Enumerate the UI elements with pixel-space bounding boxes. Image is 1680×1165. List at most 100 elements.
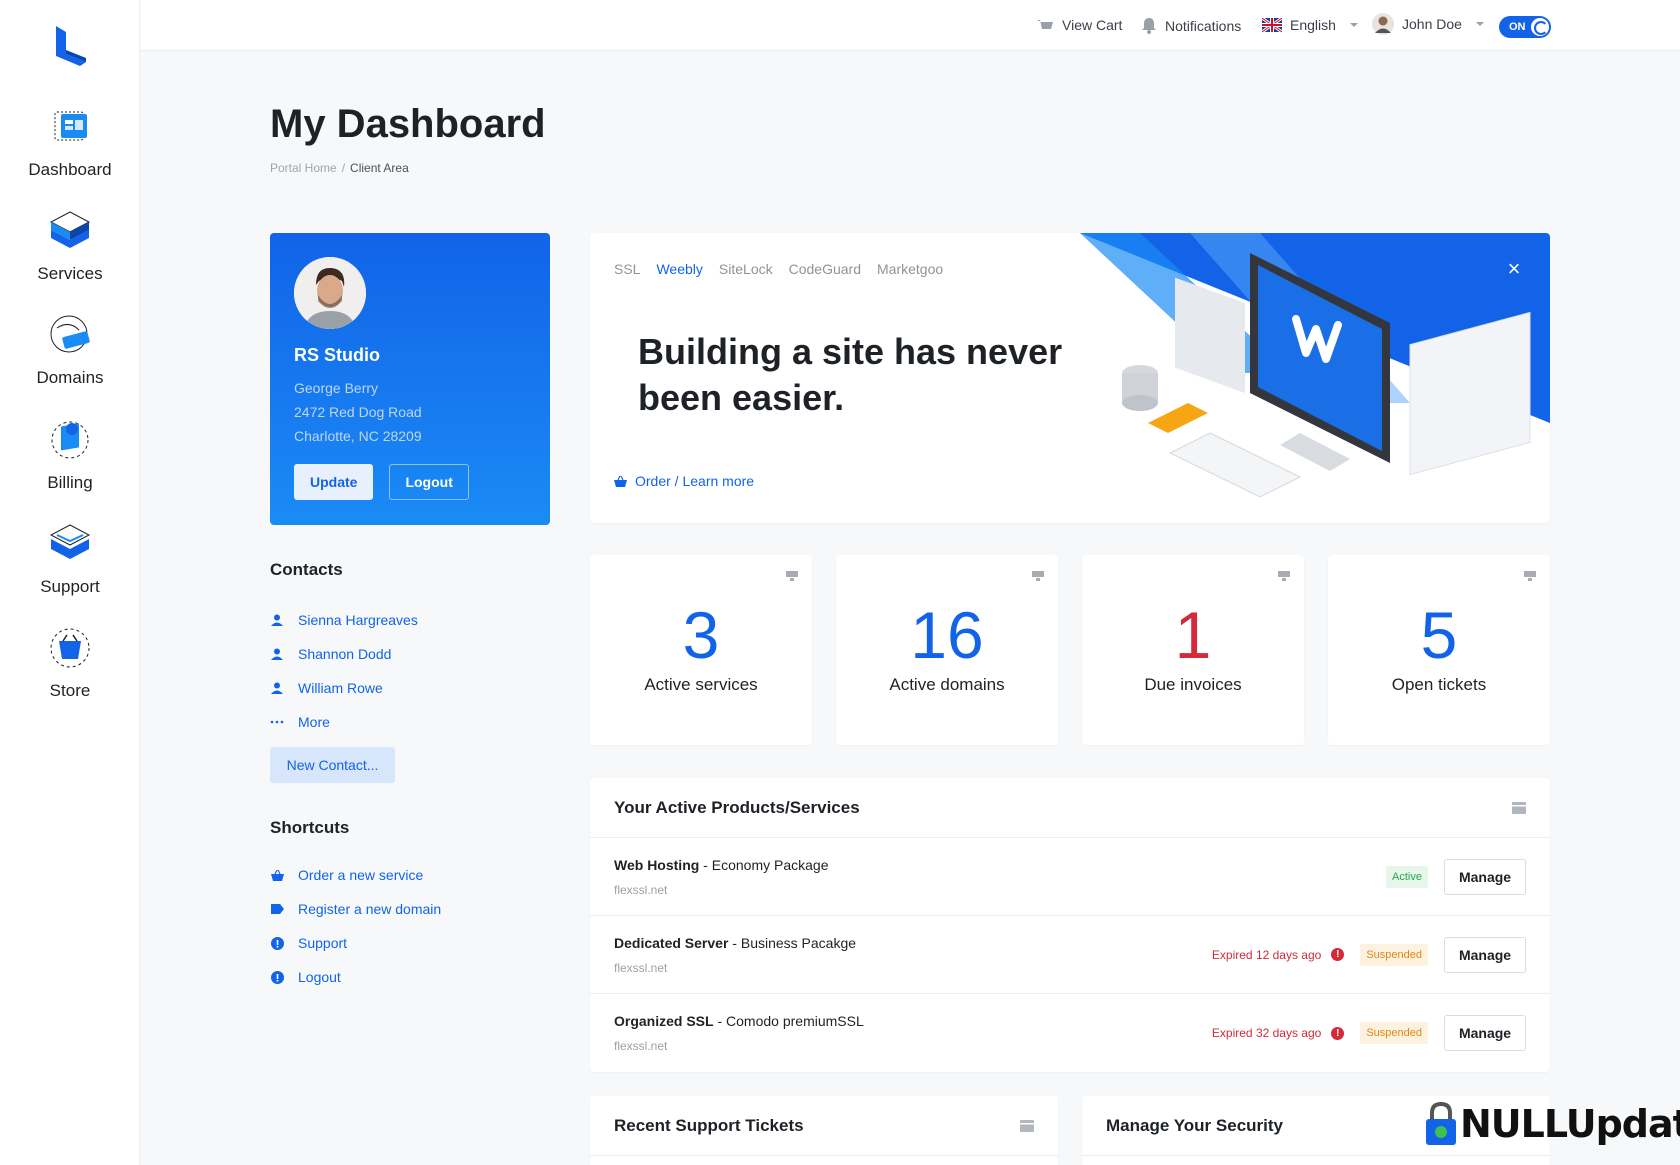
padlock-icon: [1426, 1102, 1456, 1145]
security-heading: Manage Your Security: [1106, 1115, 1283, 1135]
stat-active-services[interactable]: 3 Active services: [590, 555, 812, 745]
person-photo: [294, 257, 366, 329]
product-row: Web Hosting - Economy Package flexssl.ne…: [590, 838, 1550, 916]
shortcut-order-service[interactable]: Order a new service: [270, 858, 441, 892]
product-domain: flexssl.net: [614, 882, 668, 897]
support-tickets-header: Recent Support Tickets: [590, 1096, 1058, 1156]
domains-icon: [50, 315, 90, 353]
product-name: Dedicated Server: [614, 934, 729, 951]
product-domain: flexssl.net: [614, 1039, 668, 1053]
product-name: Web Hosting: [614, 856, 700, 873]
store-icon: [50, 628, 90, 668]
contact-link[interactable]: Shannon Dodd: [270, 637, 418, 671]
more-label: More: [298, 714, 330, 730]
user-menu[interactable]: John Doe: [1372, 13, 1484, 35]
order-learn-more-link[interactable]: Order / Learn more: [614, 473, 754, 489]
shortcut-label: Support: [298, 935, 348, 951]
shortcuts-list: Order a new service Register a new domai…: [270, 858, 441, 994]
shortcut-support[interactable]: Support: [270, 926, 441, 960]
basket-icon: [270, 868, 284, 882]
shortcut-register-domain[interactable]: Register a new domain: [270, 892, 441, 926]
services-icon: [49, 211, 91, 248]
watermark-logo: NULLUpdate: [1424, 1102, 1680, 1146]
shortcut-label: Order a new service: [298, 867, 424, 883]
warning-icon: !: [1331, 1026, 1345, 1040]
watermark-text: NULLUpdate: [1460, 1102, 1680, 1146]
support-tickets-panel: Recent Support Tickets: [590, 1096, 1058, 1165]
products-panel: Your Active Products/Services Web Hostin…: [590, 778, 1550, 1072]
server-icon: [786, 571, 798, 581]
sidebar-item-billing[interactable]: Billing: [0, 417, 140, 493]
user-name: John Doe: [1402, 16, 1462, 32]
product-title: Organized SSL - Comodo premiumSSL: [614, 1013, 864, 1029]
sidebar-item-label: Billing: [47, 473, 93, 492]
tab-weebly[interactable]: Weebly: [656, 261, 702, 277]
breadcrumb-home[interactable]: Portal Home: [270, 161, 337, 175]
box-icon: [1512, 801, 1526, 814]
contacts-heading: Contacts: [270, 560, 343, 579]
notifications-link[interactable]: Notifications: [1141, 17, 1241, 34]
sidebar-item-label: Support: [40, 577, 100, 596]
contact-link[interactable]: William Rowe: [270, 671, 418, 705]
profile-card: RS Studio George Berry 2472 Red Dog Road…: [270, 233, 550, 525]
close-icon[interactable]: ×: [1504, 258, 1524, 280]
stat-open-tickets[interactable]: 5 Open tickets: [1328, 555, 1550, 745]
toggle-label: ON: [1509, 21, 1526, 33]
breadcrumb: Portal Home / Client Area: [270, 161, 409, 175]
sidebar-item-store[interactable]: Store: [0, 625, 140, 701]
brand-logo[interactable]: [50, 24, 90, 68]
sidebar-item-services[interactable]: Services: [0, 208, 140, 284]
contacts-list: Sienna Hargreaves Shannon Dodd William R…: [270, 603, 418, 739]
basket-icon: [614, 475, 627, 487]
shortcuts-heading: Shortcuts: [270, 818, 350, 837]
stat-value: 3: [682, 598, 720, 672]
shortcut-label: Register a new domain: [298, 901, 442, 917]
tab-ssl[interactable]: SSL: [614, 261, 640, 277]
box-icon: [1020, 1119, 1034, 1132]
manage-button[interactable]: Manage: [1444, 858, 1526, 895]
topbar: View Cart Notifications English John Doe…: [141, 0, 1680, 51]
shortcut-logout[interactable]: Logout: [270, 960, 441, 994]
manage-button[interactable]: Manage: [1444, 1015, 1526, 1051]
sidebar-item-label: Dashboard: [28, 160, 112, 179]
tab-sitelock[interactable]: SiteLock: [719, 261, 773, 277]
address-block: George Berry 2472 Red Dog Road Charlotte…: [294, 376, 526, 448]
user-icon: [270, 613, 284, 627]
update-button[interactable]: Update: [294, 464, 374, 500]
stat-active-domains[interactable]: 16 Active domains: [836, 555, 1058, 745]
product-name: Organized SSL: [614, 1013, 714, 1029]
status-badge: Suspended: [1360, 1022, 1428, 1044]
products-heading: Your Active Products/Services: [614, 797, 860, 817]
shortcut-label: Logout: [298, 969, 341, 985]
more-dots-icon: [270, 715, 284, 729]
product-domain: flexssl.net: [614, 960, 668, 975]
status-badge: Suspended: [1360, 943, 1428, 966]
more-contacts-link[interactable]: More: [270, 705, 418, 739]
address-line-1: 2472 Red Dog Road: [294, 404, 422, 420]
stat-due-invoices[interactable]: 1 Due invoices: [1082, 555, 1304, 745]
sidebar-item-support[interactable]: Support: [0, 521, 140, 597]
language-selector[interactable]: English: [1262, 17, 1358, 33]
dark-mode-toggle[interactable]: ON: [1499, 16, 1551, 38]
new-contact-button[interactable]: New Contact...: [270, 747, 395, 783]
bell-icon: [1142, 18, 1156, 34]
contact-name: George Berry: [294, 380, 379, 396]
uk-flag-icon: [1262, 18, 1282, 32]
user-icon: [270, 647, 284, 661]
tab-codeguard[interactable]: CodeGuard: [789, 261, 861, 277]
server-icon: [1524, 571, 1536, 581]
tab-marketgoo[interactable]: Marketgoo: [877, 261, 943, 277]
expired-text: Expired 12 days ago: [1211, 947, 1322, 962]
chevron-down-icon: [1475, 22, 1484, 26]
stat-label: Active services: [644, 675, 758, 694]
contact-link[interactable]: Sienna Hargreaves: [270, 603, 418, 637]
logout-button[interactable]: Logout: [389, 464, 469, 500]
product-plan: Comodo premiumSSL: [726, 1013, 864, 1029]
contact-name: Shannon Dodd: [298, 646, 392, 662]
billing-icon: [51, 421, 89, 459]
support-icon: [49, 524, 91, 559]
manage-button[interactable]: Manage: [1444, 936, 1526, 973]
view-cart-link[interactable]: View Cart: [1036, 17, 1122, 33]
sidebar-item-domains[interactable]: Domains: [0, 312, 140, 388]
sidebar-item-dashboard[interactable]: Dashboard: [0, 104, 140, 180]
